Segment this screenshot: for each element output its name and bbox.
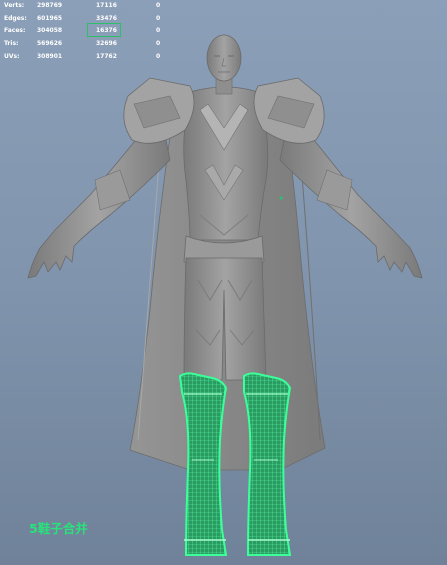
hud-label: Faces: — [4, 27, 26, 35]
hud-value-total: 569626 — [37, 40, 63, 48]
hud-value-total: 304058 — [37, 27, 63, 35]
hud-row-verts: Verts: 298769 17116 0 — [4, 0, 174, 13]
hud-value-total: 298769 — [37, 2, 63, 9]
pivot-marker — [279, 196, 283, 200]
hud-value-third: 0 — [156, 40, 161, 48]
hud-value-selected: 17762 — [96, 52, 117, 60]
hud-value-total: 601965 — [37, 14, 63, 22]
hud-value-third: 0 — [156, 27, 161, 35]
hud-value-third: 0 — [156, 14, 161, 22]
hud-value-third: 0 — [156, 52, 161, 60]
hud-value-selected: 17116 — [96, 2, 117, 9]
head — [206, 34, 242, 95]
hud-value-total: 308901 — [37, 52, 63, 60]
hud-row-tris: Tris: 569626 32696 0 — [4, 38, 174, 51]
hud-value-third: 0 — [156, 2, 161, 9]
character-model[interactable] — [0, 0, 447, 565]
hud-label: UVs: — [4, 52, 20, 60]
hud-label: Verts: — [4, 2, 25, 9]
hud-value-selected: 32696 — [96, 40, 117, 48]
hud-label: Edges: — [4, 14, 27, 22]
hud-row-uvs: UVs: 308901 17762 0 — [4, 51, 174, 64]
step-caption: 5鞋子合并 — [29, 521, 88, 536]
3d-viewport[interactable]: Verts: 298769 17116 0 Edges: 601965 3347… — [0, 0, 447, 565]
hud-label: Tris: — [4, 40, 19, 48]
faces-count-highlight-box — [87, 23, 121, 37]
